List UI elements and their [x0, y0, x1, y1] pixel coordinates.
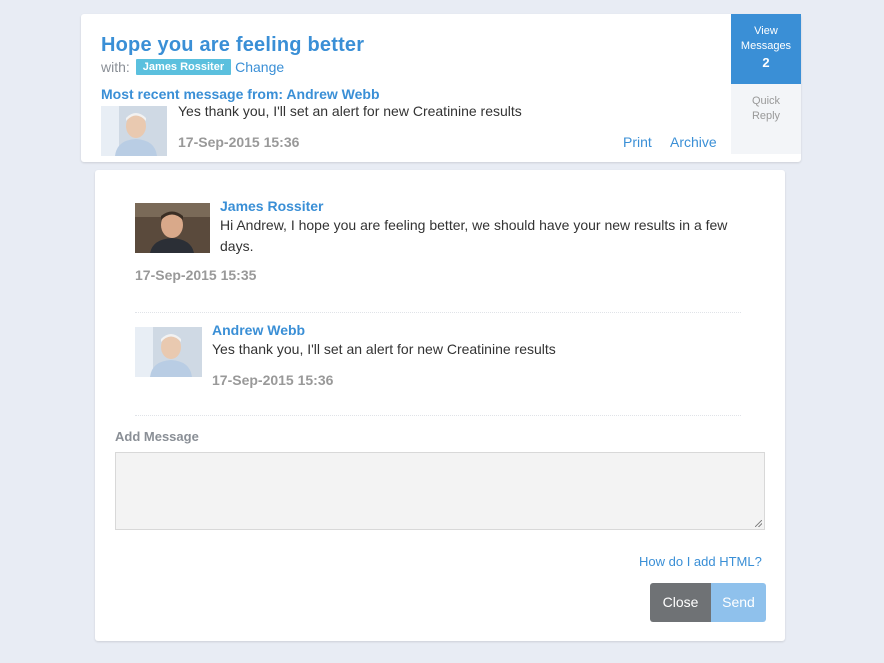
view-messages-line1: View	[754, 25, 778, 37]
change-participants-link[interactable]: Change	[235, 59, 284, 75]
participant-badge: James Rossiter	[135, 59, 232, 75]
message-count-badge: 2	[762, 55, 770, 70]
recent-message-label: Most recent message from: Andrew Webb	[101, 86, 380, 102]
archive-link[interactable]: Archive	[670, 134, 717, 150]
thread-subject: Hope you are feeling better	[101, 34, 365, 56]
thread-actions-column: View Messages 2 Quick Reply	[731, 14, 801, 154]
james-rossiter-avatar	[135, 203, 210, 253]
andrew-webb-avatar	[135, 327, 202, 377]
quick-reply-line1: Quick	[751, 95, 781, 107]
resize-grip-icon[interactable]	[755, 520, 762, 527]
message-input[interactable]	[115, 452, 765, 530]
message-sender-name: James Rossiter	[220, 198, 324, 214]
html-help-link[interactable]: How do I add HTML?	[639, 554, 762, 569]
message-date: 17-Sep-2015 15:36	[212, 372, 334, 388]
view-messages-line2: Messages	[740, 40, 792, 52]
thread-summary-card: Hope you are feeling better with: James …	[81, 14, 801, 162]
message-body: Hi Andrew, I hope you are feeling better…	[220, 217, 728, 254]
recent-message-text: Yes thank you, I'll set an alert for new…	[178, 103, 522, 119]
message-body: Yes thank you, I'll set an alert for new…	[212, 341, 556, 357]
message-sender-name: Andrew Webb	[212, 322, 306, 338]
message-divider	[135, 312, 741, 313]
message-date: 17-Sep-2015 15:35	[135, 267, 257, 283]
participants-row: with: James Rossiter Change	[101, 59, 284, 75]
andrew-webb-avatar	[101, 106, 167, 156]
message-divider	[135, 415, 741, 416]
recent-message-date: 17-Sep-2015 15:36	[178, 134, 300, 150]
message-thread-card: James Rossiter Hi Andrew, I hope you are…	[95, 170, 785, 641]
print-link[interactable]: Print	[623, 134, 652, 150]
send-button[interactable]: Send	[711, 583, 766, 622]
with-label: with:	[101, 59, 130, 75]
view-messages-button[interactable]: View Messages 2	[731, 14, 801, 84]
add-message-label: Add Message	[115, 429, 199, 444]
close-button[interactable]: Close	[650, 583, 711, 622]
quick-reply-button[interactable]: Quick Reply	[731, 94, 801, 124]
quick-reply-line2: Reply	[751, 110, 781, 122]
